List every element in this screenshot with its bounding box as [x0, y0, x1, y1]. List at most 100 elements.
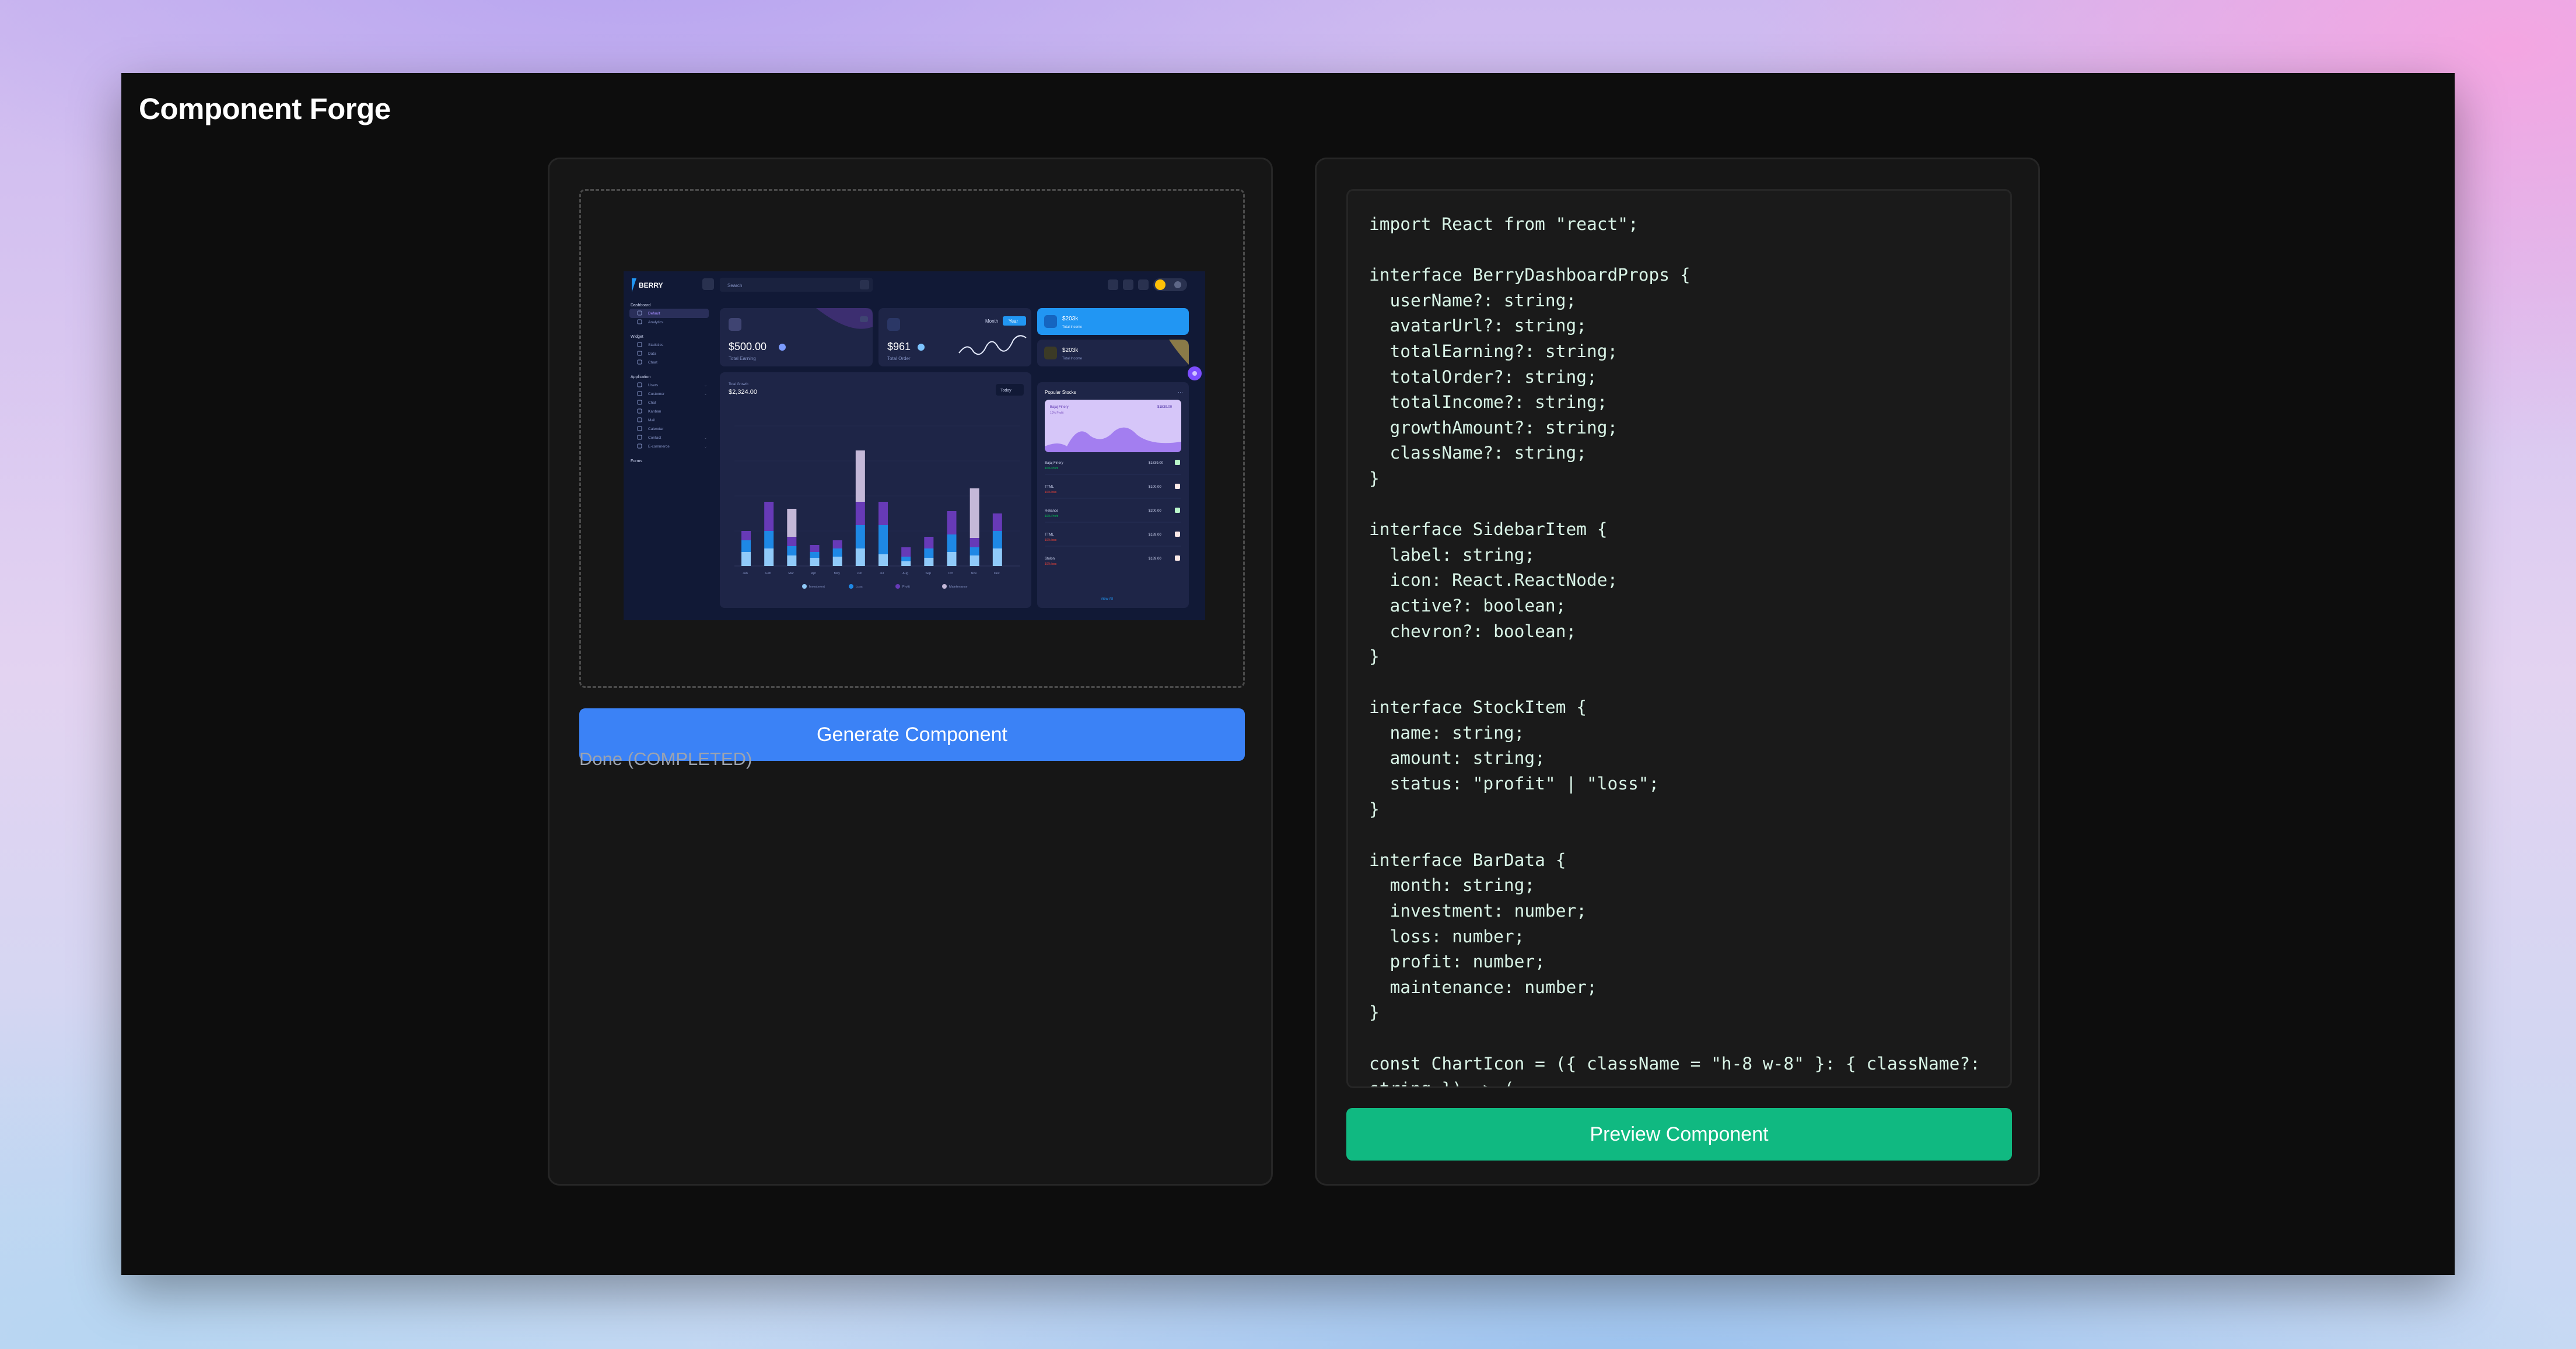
month-label: Oct: [949, 572, 954, 575]
search-placeholder: Search: [727, 283, 742, 288]
growth-bar-segment: [947, 511, 957, 534]
image-dropzone[interactable]: BERRY Search Dashboard Default Analytics Wi…: [579, 189, 1245, 688]
code-line: }: [1369, 1002, 1380, 1023]
sidebar-item: Users: [648, 383, 659, 387]
month-label: May: [834, 572, 841, 575]
sidebar-item: Mail: [648, 418, 655, 422]
growth-bar-segment: [992, 548, 1002, 566]
sidebar-heading: Dashboard: [631, 303, 650, 307]
legend-swatch: [942, 584, 947, 589]
growth-bar-segment: [992, 513, 1002, 531]
app-window: Component Forge BERRY Search Dashboard D…: [121, 73, 2455, 1275]
growth-bar-segment: [924, 558, 934, 566]
growth-bar-segment: [878, 502, 888, 525]
stock-name: TTML: [1045, 485, 1054, 489]
growth-bar-segment: [832, 548, 842, 557]
code-line: }: [1369, 799, 1380, 819]
sidebar-heading: Forms: [631, 459, 642, 463]
bag-icon: [887, 318, 900, 331]
code-line: loss: number;: [1390, 926, 1525, 946]
legend-label: Loss: [856, 585, 863, 589]
chevron-down-icon: ⌄: [704, 393, 707, 396]
code-line: interface StockItem {: [1369, 697, 1587, 718]
growth-bar-segment: [970, 488, 979, 538]
growth-bar-segment: [878, 525, 888, 554]
income-secondary-value: $203k: [1062, 347, 1079, 354]
code-line: profit: number;: [1390, 952, 1545, 972]
code-line: month: string;: [1390, 875, 1535, 896]
growth-bar-segment: [970, 547, 979, 555]
stock-amount: $1839.00: [1149, 462, 1164, 465]
legend-swatch: [849, 584, 853, 589]
legend-swatch: [802, 584, 807, 589]
dashboard-thumbnail: BERRY Search Dashboard Default Analytics Wi…: [624, 271, 1205, 620]
feature-value: $1839.00: [1157, 406, 1172, 409]
growth-bar-segment: [947, 534, 957, 552]
order-value: $961: [887, 341, 911, 352]
income-card-secondary: [1037, 340, 1189, 366]
code-line: }: [1369, 468, 1380, 488]
growth-bar-segment: [787, 555, 797, 566]
chevron-down-icon: ⌄: [704, 445, 707, 449]
growth-bar-segment: [855, 548, 865, 566]
code-line: active?: boolean;: [1390, 595, 1566, 616]
code-line: totalOrder?: string;: [1390, 366, 1597, 387]
stock-amount: $189.00: [1149, 557, 1161, 561]
growth-bar-segment: [810, 545, 820, 552]
code-line: status: "profit" | "loss";: [1390, 774, 1660, 794]
month-label: Nov: [971, 572, 977, 575]
code-line: }: [1369, 646, 1380, 667]
month-label: Jun: [857, 572, 862, 575]
growth-label: Total Growth: [729, 383, 748, 386]
growth-bar-segment: [878, 554, 888, 566]
code-line: import React from "react";: [1369, 214, 1639, 234]
stock-amount: $200.00: [1149, 509, 1161, 513]
growth-bar-segment: [787, 537, 797, 546]
sidebar-item: Contact: [648, 436, 662, 440]
income-primary-value: $203k: [1062, 316, 1079, 322]
stock-status: 10% Profit: [1045, 467, 1059, 470]
growth-bar-segment: [832, 557, 842, 566]
growth-bar-segment: [787, 509, 797, 537]
sidebar-heading: Application: [631, 375, 650, 379]
code-line: maintenance: number;: [1390, 977, 1597, 997]
order-toggle-year: Year: [1009, 319, 1019, 324]
app-title: Component Forge: [139, 92, 391, 125]
code-line: name: string;: [1390, 722, 1525, 743]
code-line: growthAmount?: string;: [1390, 417, 1618, 438]
sidebar-item: Calendar: [648, 427, 664, 431]
avatar: [1155, 279, 1166, 290]
gear-icon: [1174, 281, 1181, 288]
code-line: totalEarning?: string;: [1390, 341, 1618, 361]
order-toggle-month: Month: [985, 319, 998, 324]
growth-bar-segment: [764, 548, 774, 566]
growth-bar-segment: [832, 540, 842, 548]
stock-amount: $100.00: [1149, 485, 1161, 489]
uploaded-screenshot-preview: BERRY Search Dashboard Default Analytics Wi…: [624, 271, 1205, 620]
income-card-primary: [1037, 308, 1189, 335]
growth-bar-segment: [855, 502, 865, 525]
stock-name: Stolon: [1045, 557, 1055, 561]
stock-name: TTML: [1045, 533, 1054, 537]
earning-value: $500.00: [729, 341, 766, 352]
growth-bar-segment: [901, 561, 911, 566]
growth-bar-segment: [764, 502, 774, 531]
stock-status: 10% loss: [1045, 539, 1057, 542]
growth-bar-segment: [901, 547, 911, 557]
table-icon: [1044, 315, 1057, 328]
code-line: const ChartIcon = ({ className = "h-8 w-…: [1369, 1053, 1980, 1074]
code-line: amount: string;: [1390, 748, 1545, 768]
earning-label: Total Earning: [729, 356, 756, 361]
legend-label: Investment: [809, 585, 825, 589]
menu-toggle-icon: [702, 278, 714, 290]
growth-bar-segment: [947, 552, 957, 566]
notification-icon: [1123, 279, 1133, 290]
stock-trend-icon: [1175, 484, 1180, 489]
stock-name: Bajaj Finery: [1045, 462, 1063, 465]
generated-code-viewer[interactable]: import React from "react"; interface Ber…: [1346, 189, 2012, 1088]
sidebar-item: Kanban: [648, 410, 662, 414]
preview-component-button[interactable]: Preview Component: [1346, 1108, 2012, 1161]
code-line: chevron?: boolean;: [1390, 621, 1577, 641]
code-line: label: string;: [1390, 544, 1535, 565]
sidebar-heading: Widget: [631, 335, 643, 339]
